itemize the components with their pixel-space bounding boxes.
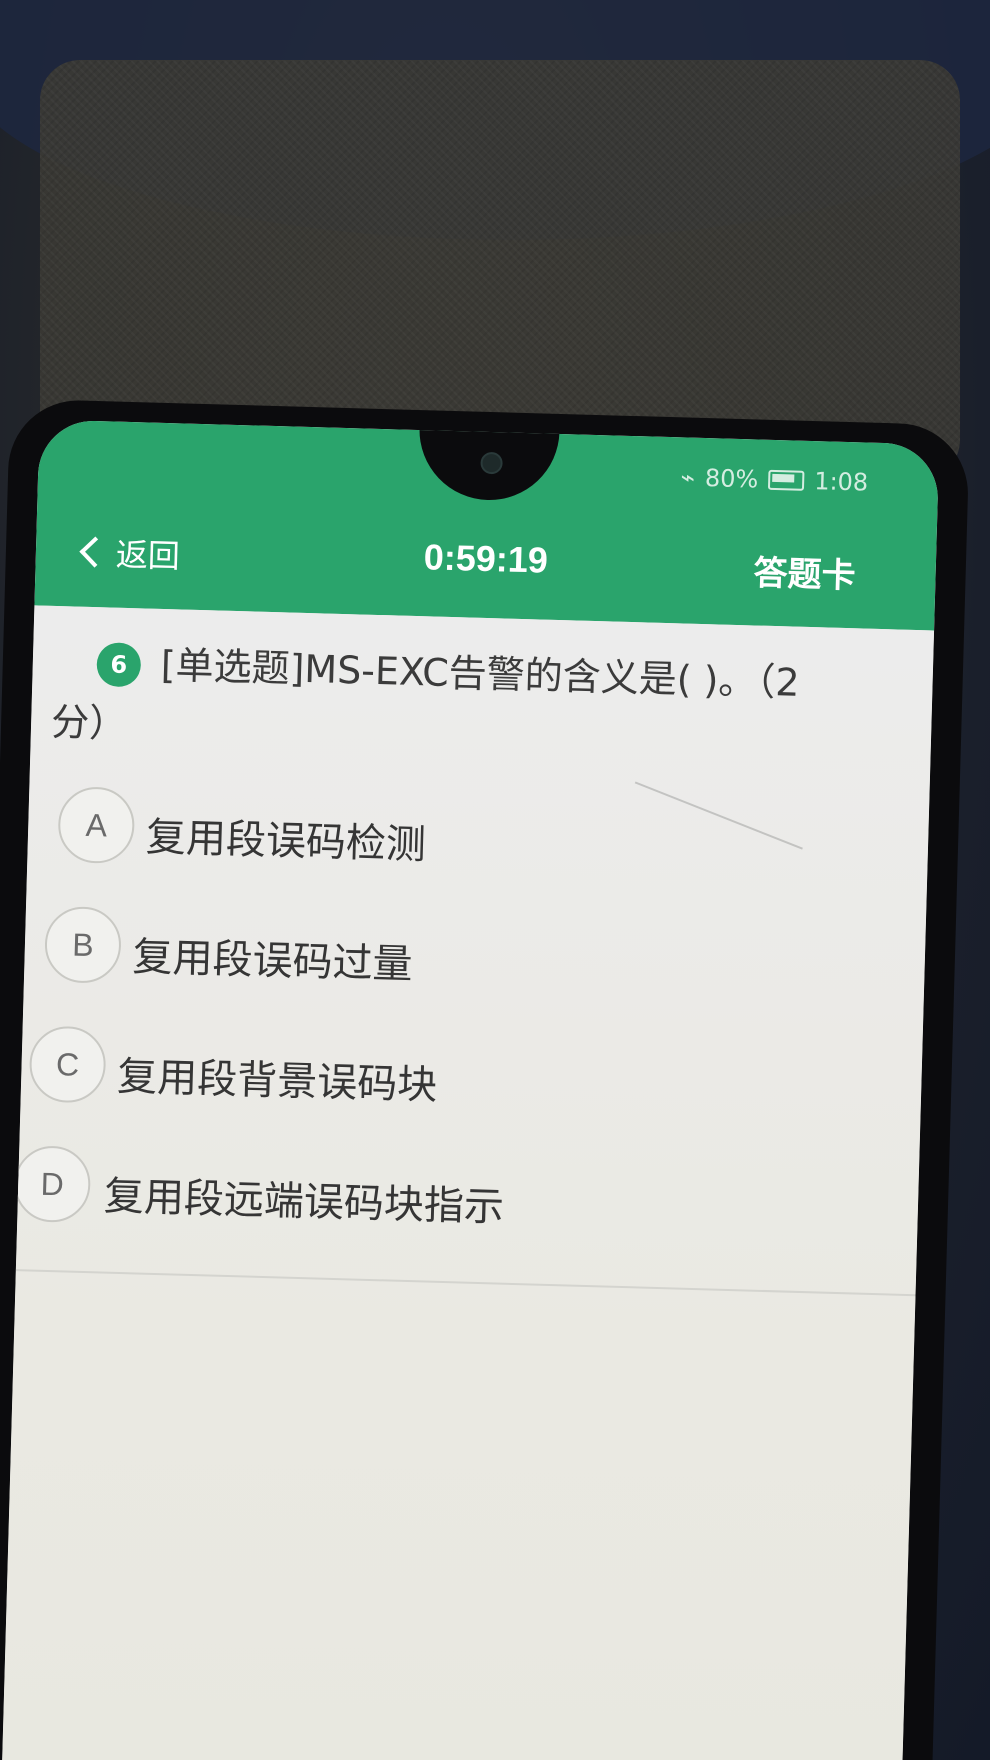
option-a-letter: A: [57, 786, 136, 865]
option-c-text: 复用段背景误码块: [116, 1053, 438, 1109]
question-number-badge: 6: [96, 642, 142, 688]
status-time: 1:08: [813, 467, 869, 497]
option-c-letter: C: [28, 1025, 107, 1104]
answer-card-button[interactable]: 答题卡: [753, 545, 856, 597]
question-text: [单选题]MS-EXC告警的含义是( )。（2分）: [50, 642, 801, 746]
status-bar-right: ⌁ 80% 1:08: [680, 463, 868, 496]
option-b-text: 复用段误码过量: [131, 934, 414, 989]
photo-scene: ⌁ 80% 1:08 返回 0:59:19 答题卡 6 [单选题]MS-EXC告警…: [0, 0, 990, 1760]
mute-icon: ⌁: [680, 463, 696, 492]
option-b-letter: B: [43, 905, 123, 984]
phone-body: ⌁ 80% 1:08 返回 0:59:19 答题卡 6 [单选题]MS-EXC告警…: [0, 398, 970, 1760]
battery-icon: [768, 469, 805, 491]
question-content: 6 [单选题]MS-EXC告警的含义是( )。（2分） A 复用段误码检测 B 复…: [0, 605, 935, 1760]
options-list: A 复用段误码检测 B 复用段误码过量 C 复用段背景误码块 D 复用段远端误码…: [13, 775, 929, 1280]
phone-screen: ⌁ 80% 1:08 返回 0:59:19 答题卡 6 [单选题]MS-EXC告警…: [0, 419, 940, 1760]
option-d-text: 复用段远端误码块指示: [103, 1173, 505, 1231]
battery-percent: 80%: [704, 464, 759, 494]
option-a-text: 复用段误码检测: [145, 814, 427, 869]
question-block: 6 [单选题]MS-EXC告警的含义是( )。（2分）: [50, 632, 853, 774]
option-d-letter: D: [13, 1145, 92, 1224]
option-d[interactable]: D 复用段远端误码块指示: [13, 1135, 919, 1280]
